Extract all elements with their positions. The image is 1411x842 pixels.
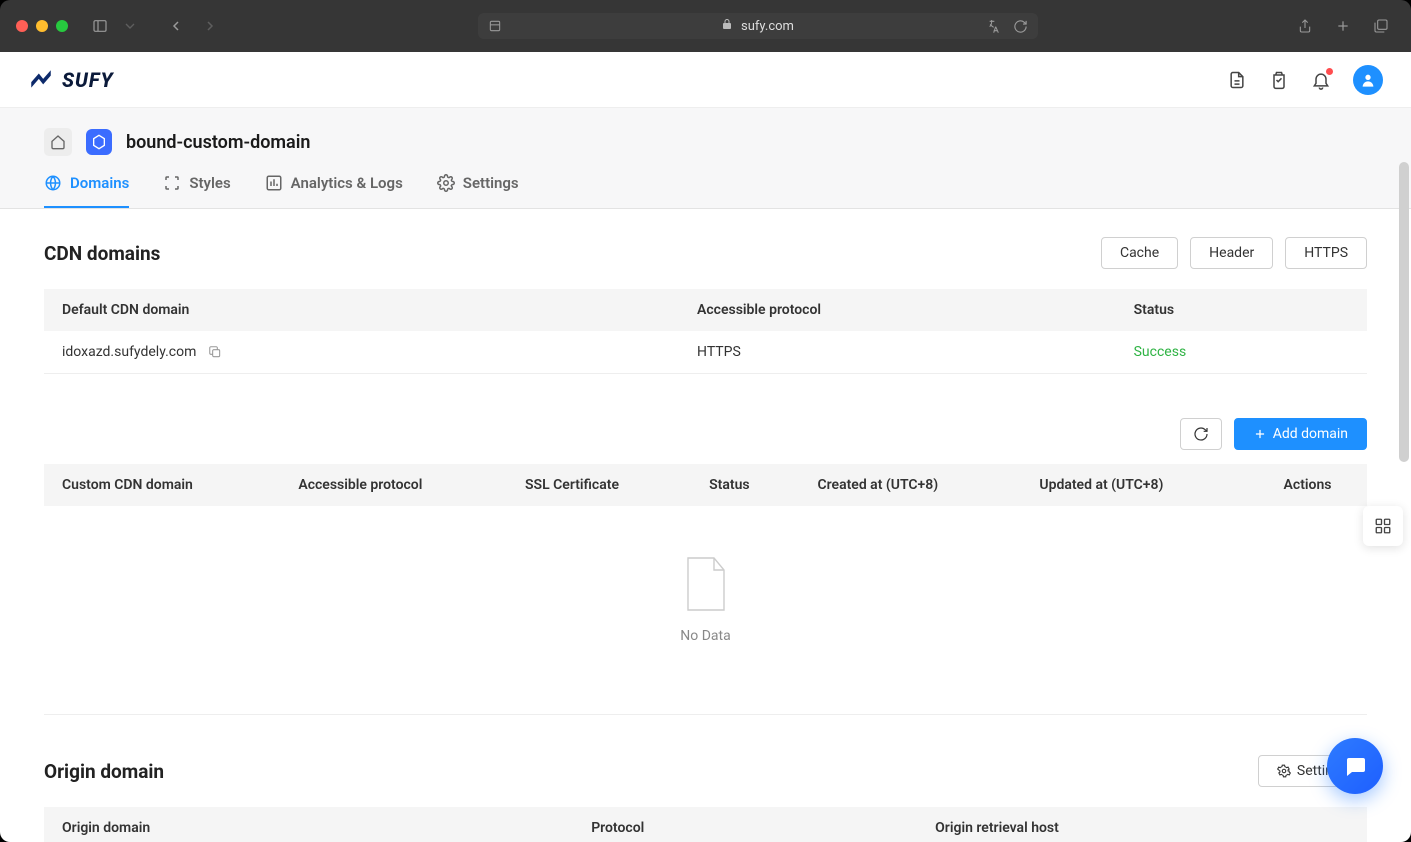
window-controls [16,20,68,32]
share-button[interactable] [1291,12,1319,40]
th-custom-domain: Custom CDN domain [44,464,280,506]
app-header: SUFY [0,52,1411,108]
docs-icon[interactable] [1227,70,1247,90]
https-button[interactable]: HTTPS [1285,237,1367,269]
notification-badge [1326,68,1333,75]
lock-icon [721,18,733,34]
th-updated: Updated at (UTC+8) [1021,464,1248,506]
brand-logo[interactable]: SUFY [28,67,114,93]
tab-label: Domains [70,174,129,192]
tab-domains[interactable]: Domains [44,174,129,208]
cache-button[interactable]: Cache [1101,237,1178,269]
th-status: Status [691,464,799,506]
add-domain-button[interactable]: Add domain [1234,418,1367,450]
scan-icon [163,174,181,192]
tab-settings[interactable]: Settings [437,174,519,208]
chat-button[interactable] [1327,738,1383,794]
tab-label: Styles [189,174,230,192]
origin-table: Origin domain Protocol Origin retrieval … [44,807,1367,842]
brand-text: SUFY [62,68,114,92]
new-tab-button[interactable] [1329,12,1357,40]
empty-state: No Data [44,506,1367,704]
forward-button[interactable] [196,12,224,40]
gear-icon [437,174,455,192]
breadcrumb: bound-custom-domain [0,108,1411,156]
add-domain-label: Add domain [1273,426,1348,442]
copy-icon[interactable] [208,345,222,359]
section-title-cdn: CDN domains [44,242,160,265]
tab-label: Analytics & Logs [291,174,403,192]
globe-icon [44,174,62,192]
section-title-origin: Origin domain [44,760,164,783]
tabs-overview-button[interactable] [1367,12,1395,40]
back-button[interactable] [162,12,190,40]
refresh-button[interactable] [1180,418,1222,450]
reload-icon[interactable] [1013,19,1028,34]
plus-icon [1253,427,1267,441]
tabs: Domains Styles Analytics & Logs Settings [0,156,1411,209]
th-protocol: Accessible protocol [280,464,507,506]
resource-icon [86,129,112,155]
custom-cdn-table: Custom CDN domain Accessible protocol SS… [44,464,1367,506]
browser-toolbar: sufy.com [0,0,1411,52]
th-actions: Actions [1248,464,1367,506]
page-title: bound-custom-domain [126,132,310,153]
tab-label: Settings [463,174,519,192]
gear-icon [1277,764,1291,778]
status-value: Success [1116,331,1367,374]
address-bar[interactable]: sufy.com [478,13,1038,39]
header-button[interactable]: Header [1190,237,1273,269]
th-default-domain: Default CDN domain [44,289,679,331]
tab-styles[interactable]: Styles [163,174,230,208]
translate-icon[interactable] [987,18,1003,34]
th-created: Created at (UTC+8) [799,464,1021,506]
maximize-window-button[interactable] [56,20,68,32]
close-window-button[interactable] [16,20,28,32]
file-icon [684,556,728,612]
th-origin-protocol: Protocol [573,807,917,842]
sidebar-toggle-button[interactable] [86,12,114,40]
th-protocol: Accessible protocol [679,289,1116,331]
chat-icon [1343,754,1367,778]
website-settings-icon [488,19,502,33]
reload-icon [1193,426,1209,442]
empty-text: No Data [44,628,1367,644]
chart-icon [265,174,283,192]
domain-value: idoxazd.sufydely.com [62,344,196,360]
th-origin-domain: Origin domain [44,807,573,842]
notifications-icon[interactable] [1311,70,1331,90]
minimize-window-button[interactable] [36,20,48,32]
apps-grid-button[interactable] [1363,506,1403,546]
th-ssl: SSL Certificate [507,464,691,506]
user-avatar[interactable] [1353,65,1383,95]
grid-icon [1374,517,1392,535]
logo-icon [28,67,54,93]
scrollbar[interactable] [1399,162,1409,462]
url-text: sufy.com [741,19,794,34]
table-row: idoxazd.sufydely.com HTTPS Success [44,331,1367,374]
default-cdn-table: Default CDN domain Accessible protocol S… [44,289,1367,374]
th-origin-host: Origin retrieval host [917,807,1367,842]
chevron-down-icon[interactable] [116,12,144,40]
th-status: Status [1116,289,1367,331]
tab-analytics[interactable]: Analytics & Logs [265,174,403,208]
home-button[interactable] [44,128,72,156]
tasks-icon[interactable] [1269,70,1289,90]
protocol-value: HTTPS [679,331,1116,374]
